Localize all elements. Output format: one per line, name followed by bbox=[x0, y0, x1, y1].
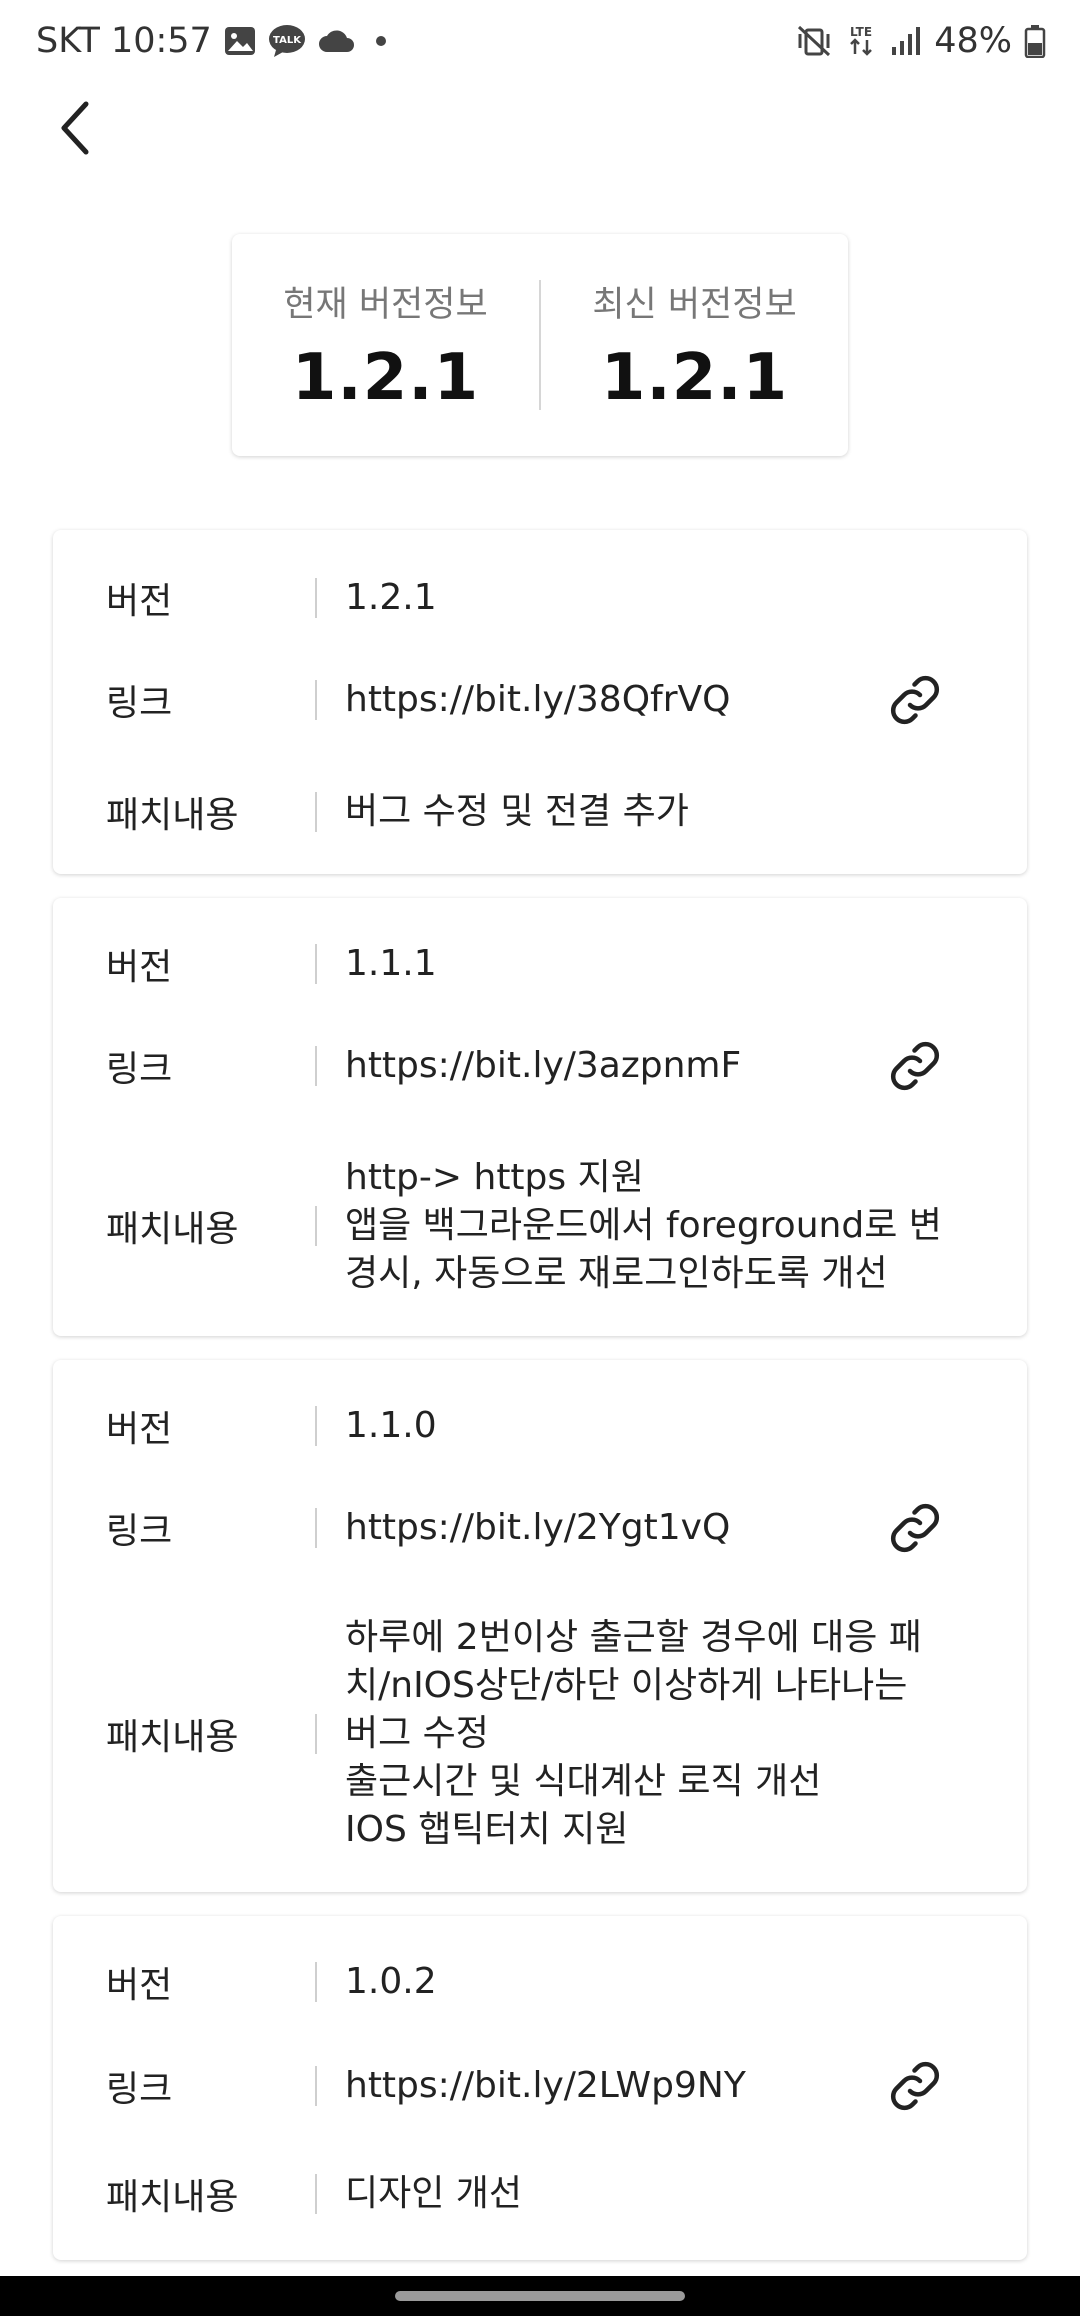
patch-row: 패치내용 디자인 개선 bbox=[53, 2166, 1027, 2222]
link-icon[interactable] bbox=[883, 668, 947, 732]
battery-percent: 48% bbox=[934, 21, 1012, 61]
latest-version-value: 1.2.1 bbox=[600, 340, 789, 415]
link-icon[interactable] bbox=[883, 1034, 947, 1098]
patch-line: 앱을 백그라운드에서 foreground로 변 bbox=[345, 1205, 942, 1246]
notification-dot-icon bbox=[375, 36, 386, 46]
system-navigation-bar bbox=[0, 2276, 1080, 2316]
row-separator bbox=[315, 1508, 317, 1548]
row-separator bbox=[315, 2066, 317, 2106]
patch-line: 버그 수정 bbox=[345, 1713, 489, 1754]
version-label: 버전 bbox=[106, 581, 173, 622]
row-separator bbox=[315, 2174, 317, 2214]
patch-line: 경시, 자동으로 재로그인하도록 개선 bbox=[345, 1253, 888, 1294]
version-summary-card: 현재 버전정보 1.2.1 최신 버전정보 1.2.1 bbox=[232, 234, 848, 456]
patch-line: 버그 수정 및 전결 추가 bbox=[345, 791, 689, 832]
link-label: 링크 bbox=[106, 2069, 173, 2110]
patch-line: 치/nIOS상단/하단 이상하게 나타나는 bbox=[345, 1665, 908, 1706]
link-row: 링크 https://bit.ly/2Ygt1vQ bbox=[53, 1500, 1027, 1556]
version-value: 1.0.2 bbox=[345, 1961, 437, 2002]
link-label: 링크 bbox=[106, 683, 173, 724]
latest-version: 최신 버전정보 1.2.1 bbox=[541, 234, 848, 456]
link-icon[interactable] bbox=[883, 1496, 947, 1560]
version-value: 1.1.1 bbox=[345, 943, 437, 984]
version-label: 버전 bbox=[106, 1409, 173, 1450]
patch-value: 하루에 2번이상 출근할 경우에 대응 패 치/nIOS상단/하단 이상하게 나… bbox=[345, 1614, 922, 1854]
row-separator bbox=[315, 1206, 317, 1246]
version-row: 버전 1.1.0 bbox=[53, 1398, 1027, 1454]
version-card: 버전 1.1.0 링크 https://bit.ly/2Ygt1vQ 패치내용 … bbox=[53, 1360, 1027, 1892]
patch-value: http-> https 지원 앱을 백그라운드에서 foreground로 변… bbox=[345, 1154, 942, 1298]
patch-line: 디자인 개선 bbox=[345, 2173, 523, 2214]
svg-text:LTE: LTE bbox=[850, 25, 872, 39]
version-card: 버전 1.1.1 링크 https://bit.ly/3azpnmF 패치내용 … bbox=[53, 898, 1027, 1336]
patch-row: 패치내용 http-> https 지원 앱을 백그라운드에서 foregrou… bbox=[53, 1150, 1027, 1302]
screen: SKT 10:57 TALK LTE 48% 현재 버전정보 1.2.1 최신 … bbox=[0, 0, 1080, 2316]
status-bar-left: SKT 10:57 TALK bbox=[36, 21, 386, 61]
version-card: 버전 1.2.1 링크 https://bit.ly/38QfrVQ 패치내용 … bbox=[53, 530, 1027, 874]
version-row: 버전 1.0.2 bbox=[53, 1954, 1027, 2010]
version-row: 버전 1.1.1 bbox=[53, 936, 1027, 992]
link-row: 링크 https://bit.ly/38QfrVQ bbox=[53, 672, 1027, 728]
version-row: 버전 1.2.1 bbox=[53, 570, 1027, 626]
row-separator bbox=[315, 1962, 317, 2002]
carrier-time: SKT 10:57 bbox=[36, 21, 212, 61]
row-separator bbox=[315, 1046, 317, 1086]
row-separator bbox=[315, 578, 317, 618]
version-label: 버전 bbox=[106, 947, 173, 988]
link-value[interactable]: https://bit.ly/38QfrVQ bbox=[345, 676, 730, 724]
row-separator bbox=[315, 1714, 317, 1754]
chevron-left-icon bbox=[61, 101, 89, 155]
version-card: 버전 1.0.2 링크 https://bit.ly/2LWp9NY 패치내용 … bbox=[53, 1916, 1027, 2260]
patch-row: 패치내용 하루에 2번이상 출근할 경우에 대응 패 치/nIOS상단/하단 이… bbox=[53, 1610, 1027, 1858]
talk-icon: TALK bbox=[268, 24, 306, 58]
current-version-label: 현재 버전정보 bbox=[283, 284, 488, 325]
current-version-value: 1.2.1 bbox=[291, 340, 480, 415]
patch-line: IOS 햅틱터치 지원 bbox=[345, 1809, 629, 1850]
link-value[interactable]: https://bit.ly/2Ygt1vQ bbox=[345, 1504, 730, 1552]
row-separator bbox=[315, 1406, 317, 1446]
patch-value: 디자인 개선 bbox=[345, 2170, 522, 2218]
link-value[interactable]: https://bit.ly/3azpnmF bbox=[345, 1042, 741, 1090]
link-label: 링크 bbox=[106, 1511, 173, 1552]
signal-icon bbox=[890, 25, 922, 57]
gallery-icon bbox=[224, 26, 256, 56]
patch-value: 버그 수정 및 전결 추가 bbox=[345, 788, 689, 836]
status-bar-right: LTE 48% bbox=[796, 21, 1046, 61]
link-label: 링크 bbox=[106, 1049, 173, 1090]
row-separator bbox=[315, 944, 317, 984]
link-row: 링크 https://bit.ly/3azpnmF bbox=[53, 1038, 1027, 1094]
svg-text:TALK: TALK bbox=[273, 35, 302, 46]
back-button[interactable] bbox=[34, 88, 114, 168]
version-value: 1.2.1 bbox=[345, 577, 437, 618]
row-separator bbox=[315, 680, 317, 720]
lte-icon: LTE bbox=[844, 23, 878, 59]
mute-vibrate-icon bbox=[796, 24, 832, 58]
patch-label: 패치내용 bbox=[106, 1209, 239, 1250]
patch-label: 패치내용 bbox=[106, 795, 239, 836]
patch-line: http-> https 지원 bbox=[345, 1157, 644, 1198]
link-icon[interactable] bbox=[883, 2054, 947, 2118]
latest-version-label: 최신 버전정보 bbox=[592, 284, 797, 325]
patch-line: 출근시간 및 식대계산 로직 개선 bbox=[345, 1761, 822, 1802]
version-label: 버전 bbox=[106, 1965, 173, 2006]
patch-label: 패치내용 bbox=[106, 1717, 239, 1758]
battery-icon bbox=[1024, 24, 1046, 58]
patch-label: 패치내용 bbox=[106, 2177, 239, 2218]
version-value: 1.1.0 bbox=[345, 1405, 437, 1446]
status-bar: SKT 10:57 TALK LTE 48% bbox=[0, 0, 1080, 82]
current-version: 현재 버전정보 1.2.1 bbox=[232, 234, 539, 456]
patch-row: 패치내용 버그 수정 및 전결 추가 bbox=[53, 784, 1027, 840]
cloud-icon bbox=[318, 28, 356, 54]
home-gesture-handle[interactable] bbox=[395, 2291, 685, 2301]
row-separator bbox=[315, 792, 317, 832]
patch-line: 하루에 2번이상 출근할 경우에 대응 패 bbox=[345, 1617, 922, 1658]
link-value[interactable]: https://bit.ly/2LWp9NY bbox=[345, 2062, 746, 2110]
link-row: 링크 https://bit.ly/2LWp9NY bbox=[53, 2058, 1027, 2114]
